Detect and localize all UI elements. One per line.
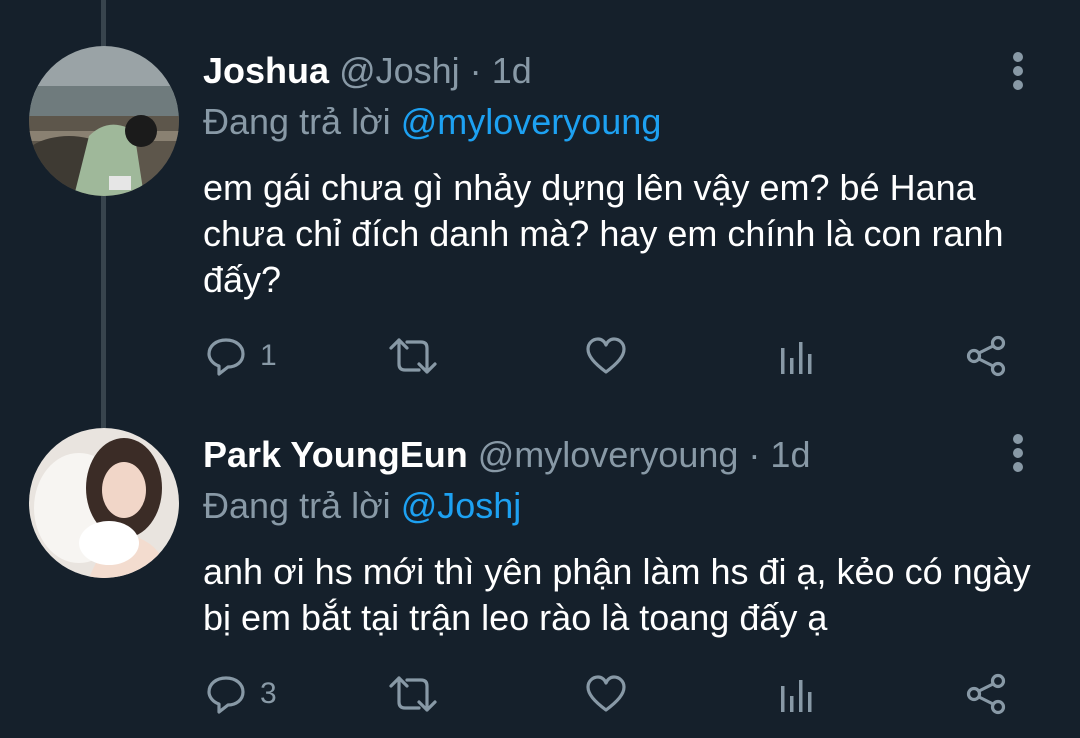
reply-button[interactable]: 3 <box>204 669 277 719</box>
tweet[interactable]: Park YoungEun @myloveryoung · 1d Đang tr… <box>0 400 1080 738</box>
avatar-image <box>29 46 179 196</box>
replying-to-label: Đang trả lời <box>203 101 391 142</box>
mention-link[interactable]: @Joshj <box>401 485 522 526</box>
reply-button[interactable]: 1 <box>204 331 277 381</box>
more-vertical-icon[interactable] <box>1003 432 1033 476</box>
retweet-button[interactable] <box>385 669 441 719</box>
retweet-button[interactable] <box>385 331 441 381</box>
user-handle[interactable]: @Joshj <box>339 50 460 91</box>
action-bar: 3 <box>0 669 1080 719</box>
avatar[interactable] <box>29 46 179 196</box>
tweet-thread: Joshua @Joshj · 1d Đang trả lời @mylover… <box>0 0 1080 738</box>
separator-dot: · <box>748 434 761 475</box>
display-name[interactable]: Park YoungEun <box>203 434 468 475</box>
mention-link[interactable]: @myloveryoung <box>401 101 662 142</box>
tweet[interactable]: Joshua @Joshj · 1d Đang trả lời @mylover… <box>0 0 1080 400</box>
replying-to: Đang trả lời @myloveryoung <box>203 99 661 145</box>
avatar[interactable] <box>29 428 179 578</box>
user-handle[interactable]: @myloveryoung <box>478 434 739 475</box>
analytics-icon <box>781 680 812 712</box>
analytics-button[interactable] <box>775 331 819 381</box>
heart-icon <box>586 337 626 374</box>
timestamp[interactable]: 1d <box>770 434 810 475</box>
tweet-text: em gái chưa gì nhảy dựng lên vậy em? bé … <box>203 167 1004 300</box>
reply-icon <box>207 338 245 376</box>
like-button[interactable] <box>584 669 628 719</box>
avatar-image <box>29 428 179 578</box>
share-button[interactable] <box>964 331 1008 381</box>
replying-to-label: Đang trả lời <box>203 485 391 526</box>
retweet-icon <box>389 676 437 712</box>
tweet-text: anh ơi hs mới thì yên phận làm hs đi ạ, … <box>203 551 1031 638</box>
display-name[interactable]: Joshua <box>203 50 329 91</box>
tweet-header: Joshua @Joshj · 1d <box>203 46 532 96</box>
action-bar: 1 <box>0 331 1080 381</box>
reply-count: 1 <box>260 339 277 372</box>
share-icon <box>966 335 1006 377</box>
tweet-header: Park YoungEun @myloveryoung · 1d <box>203 430 810 480</box>
reply-icon <box>207 676 245 714</box>
share-button[interactable] <box>964 669 1008 719</box>
share-icon <box>966 673 1006 715</box>
replying-to: Đang trả lời @Joshj <box>203 483 521 529</box>
heart-icon <box>586 675 626 712</box>
timestamp[interactable]: 1d <box>492 50 532 91</box>
retweet-icon <box>389 338 437 374</box>
like-button[interactable] <box>584 331 628 381</box>
more-vertical-icon[interactable] <box>1003 50 1033 94</box>
analytics-icon <box>781 342 812 374</box>
separator-dot: · <box>469 50 482 91</box>
reply-count: 3 <box>260 677 277 710</box>
analytics-button[interactable] <box>775 669 819 719</box>
